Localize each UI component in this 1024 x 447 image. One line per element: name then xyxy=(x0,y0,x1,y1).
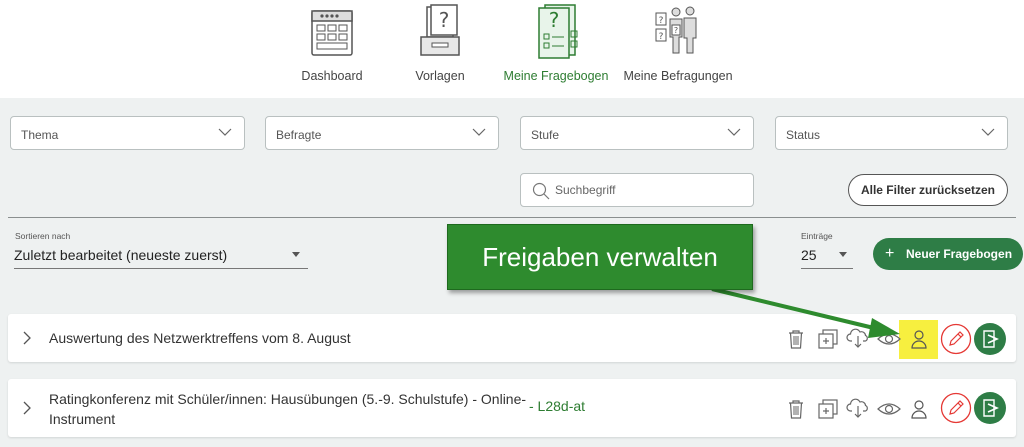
dashboard-icon xyxy=(311,10,353,56)
entries-caption: Einträge xyxy=(801,231,833,241)
svg-text:?: ? xyxy=(549,8,560,32)
svg-text:?: ? xyxy=(659,16,664,26)
nav-meine-fragebogen-label: Meine Fragebogen xyxy=(503,69,609,83)
stufe-filter-select[interactable]: Stufe xyxy=(520,116,754,150)
chevron-right-icon[interactable] xyxy=(22,331,32,345)
questionnaire-title: Auswertung des Netzwerktreffens vom 8. A… xyxy=(49,330,351,346)
search-input[interactable] xyxy=(555,181,745,199)
nav-vorlagen[interactable]: ? Vorlagen xyxy=(402,0,478,98)
questionnaire-title-line1: Ratingkonferenz mit Schüler/innen: Hausü… xyxy=(49,391,527,407)
befragte-filter-select[interactable]: Befragte xyxy=(265,116,499,150)
new-questionnaire-label: Neuer Fragebogen xyxy=(906,247,1013,261)
divider xyxy=(8,217,1016,218)
nav-vorlagen-label: Vorlagen xyxy=(415,69,465,83)
search-icon xyxy=(532,182,550,200)
share-user-icon[interactable] xyxy=(910,329,928,349)
sort-select[interactable]: Zuletzt bearbeitet (neueste zuerst) xyxy=(14,243,308,269)
questionnaire-code: - L28d-at xyxy=(529,398,586,414)
duplicate-icon[interactable] xyxy=(818,399,838,419)
questionnaire-title-line2: Instrument xyxy=(49,411,116,427)
befragte-filter-label: Befragte xyxy=(276,128,322,142)
nav-dashboard[interactable]: Dashboard xyxy=(292,0,372,98)
status-filter-select[interactable]: Status xyxy=(775,116,1008,150)
entries-select[interactable]: 25 xyxy=(801,243,853,269)
duplicate-icon[interactable] xyxy=(818,329,838,349)
dropdown-arrow-icon xyxy=(839,252,847,257)
nav-meine-fragebogen[interactable]: ? Meine Fragebogen xyxy=(500,0,612,98)
chevron-down-icon xyxy=(727,128,741,136)
chevron-right-icon[interactable] xyxy=(22,401,32,415)
sort-caption: Sortieren nach xyxy=(15,231,71,241)
delete-icon[interactable] xyxy=(787,399,805,419)
nav-dashboard-label: Dashboard xyxy=(301,69,363,83)
callout-freigaben-verwalten: Freigaben verwalten xyxy=(447,224,753,290)
thema-filter-select[interactable]: Thema xyxy=(10,116,245,150)
new-questionnaire-button[interactable]: + Neuer Fragebogen xyxy=(873,238,1023,270)
entries-value: 25 xyxy=(801,247,817,263)
edit-icon[interactable] xyxy=(940,323,972,355)
survey-people-icon: ? ? ? xyxy=(655,6,697,54)
top-navigation: Dashboard ? Vorlagen ? Meine Fragebogen … xyxy=(0,0,1024,98)
start-survey-icon[interactable] xyxy=(973,391,1007,425)
svg-text:?: ? xyxy=(659,32,664,42)
sort-value: Zuletzt bearbeitet (neueste zuerst) xyxy=(14,247,228,263)
thema-filter-label: Thema xyxy=(21,128,59,142)
eye-icon[interactable] xyxy=(877,331,901,347)
search-field xyxy=(520,173,754,207)
svg-text:?: ? xyxy=(674,26,678,35)
start-survey-icon[interactable] xyxy=(973,322,1007,356)
questionnaire-title: Ratingkonferenz mit Schüler/innen: Hausü… xyxy=(49,389,526,429)
eye-icon[interactable] xyxy=(877,401,901,417)
templates-icon: ? xyxy=(420,4,460,56)
questionnaire-icon: ? xyxy=(538,4,578,59)
edit-icon[interactable] xyxy=(940,392,972,424)
nav-meine-befragungen[interactable]: ? ? ? Meine Befragungen xyxy=(617,0,739,98)
share-user-icon[interactable] xyxy=(910,399,928,419)
nav-meine-befragungen-label: Meine Befragungen xyxy=(623,69,733,83)
chevron-down-icon xyxy=(472,128,486,136)
delete-icon[interactable] xyxy=(787,329,805,349)
plus-icon: + xyxy=(885,245,895,262)
cloud-download-icon[interactable] xyxy=(846,327,870,349)
status-filter-label: Status xyxy=(786,128,821,142)
chevron-down-icon xyxy=(981,128,995,136)
dropdown-arrow-icon xyxy=(292,252,300,257)
reset-filters-button[interactable]: Alle Filter zurücksetzen xyxy=(848,174,1008,206)
chevron-down-icon xyxy=(218,128,232,136)
stufe-filter-label: Stufe xyxy=(531,128,560,142)
svg-text:?: ? xyxy=(439,8,450,32)
cloud-download-icon[interactable] xyxy=(846,397,870,419)
